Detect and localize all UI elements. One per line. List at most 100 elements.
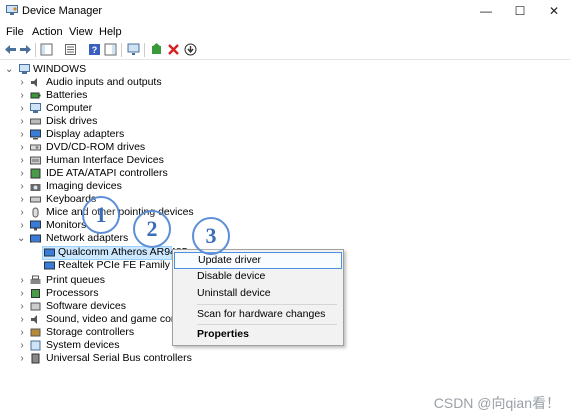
chevron-right-icon[interactable]: › (18, 102, 26, 115)
monitor-icon (30, 220, 41, 231)
toolbar-separator (35, 43, 36, 57)
tree-root-label: WINDOWS (33, 63, 87, 75)
tree-item-label: Monitors (46, 219, 87, 231)
menu-help[interactable]: Help (99, 26, 122, 38)
minimize-button[interactable]: — (470, 0, 502, 22)
chevron-right-icon[interactable]: › (18, 313, 26, 326)
chevron-right-icon[interactable]: › (18, 128, 26, 141)
update-driver-icon[interactable] (184, 43, 197, 56)
menu-properties[interactable]: Properties (174, 327, 340, 342)
tree-item-computer[interactable]: › Computer (18, 102, 218, 115)
chevron-right-icon[interactable]: › (18, 193, 26, 206)
scan-hardware-icon[interactable] (127, 43, 140, 56)
tree-item-audio[interactable]: › Audio inputs and outputs (18, 76, 218, 89)
tree-item-network-adapters[interactable]: ⌄ Network adapters (17, 232, 218, 245)
storage-controller-icon (30, 328, 41, 337)
chevron-right-icon[interactable]: › (18, 115, 26, 128)
software-device-icon (30, 302, 41, 311)
chevron-right-icon[interactable]: › (18, 206, 26, 219)
chevron-down-icon[interactable]: ⌄ (5, 63, 13, 76)
maximize-button[interactable]: ☐ (504, 0, 536, 22)
tree-item-label: Print queues (46, 274, 105, 286)
tree-item-label: Qualcomm Atheros AR9485 (58, 246, 188, 258)
tree-item-label: Display adapters (46, 128, 125, 140)
printer-icon (30, 275, 41, 284)
network-adapter-icon (44, 248, 55, 257)
context-menu: Update driver Disable device Uninstall d… (172, 249, 344, 346)
chevron-right-icon[interactable]: › (18, 89, 26, 102)
menu-item-label: Uninstall device (197, 287, 271, 299)
back-arrow-icon[interactable] (4, 43, 17, 56)
tree-item-batteries[interactable]: › Batteries (18, 89, 218, 102)
toolbar-separator (121, 43, 122, 57)
title-bar: Device Manager — ☐ ✕ (0, 0, 570, 22)
chevron-right-icon[interactable]: › (18, 219, 26, 232)
menu-view[interactable]: View (69, 26, 93, 38)
mouse-icon (32, 207, 39, 218)
keyboard-icon (30, 196, 41, 203)
chevron-right-icon[interactable]: › (18, 352, 26, 365)
svg-text:?: ? (92, 45, 98, 55)
menu-item-label: Update driver (198, 254, 262, 266)
tree-item-keyboards[interactable]: › Keyboards (18, 193, 218, 206)
tree-item-hid[interactable]: › Human Interface Devices (18, 154, 218, 167)
add-driver-icon[interactable] (150, 43, 163, 56)
chevron-right-icon[interactable]: › (18, 141, 26, 154)
tree-item-label: DVD/CD-ROM drives (46, 141, 146, 153)
show-hide-icon[interactable] (40, 43, 53, 56)
action-pane-icon[interactable] (104, 43, 117, 56)
chevron-right-icon[interactable]: › (18, 300, 26, 313)
tree-item-label: Computer (46, 102, 93, 114)
display-adapter-icon (30, 129, 41, 140)
menu-separator (197, 304, 337, 305)
menu-action[interactable]: Action (32, 26, 63, 38)
tree-root[interactable]: ⌄ WINDOWS (5, 63, 125, 76)
tree-item-dvd[interactable]: › DVD/CD-ROM drives (18, 141, 218, 154)
chevron-right-icon[interactable]: › (18, 180, 26, 193)
camera-icon (30, 184, 41, 191)
menu-item-label: Scan for hardware changes (197, 308, 326, 320)
computer-icon (30, 103, 41, 113)
chevron-right-icon[interactable]: › (18, 167, 26, 180)
tree-item-label: Network adapters (46, 232, 129, 244)
tree-item-imaging[interactable]: › Imaging devices (18, 180, 218, 193)
menu-scan-hardware[interactable]: Scan for hardware changes (174, 307, 340, 322)
menu-disable-device[interactable]: Disable device (174, 269, 340, 284)
close-button[interactable]: ✕ (538, 0, 570, 22)
menu-file[interactable]: File (6, 26, 24, 38)
tree-item-label: Processors (46, 287, 99, 299)
tree-item-display-adapters[interactable]: › Display adapters (18, 128, 218, 141)
tree-item-disk-drives[interactable]: › Disk drives (18, 115, 218, 128)
chevron-right-icon[interactable]: › (18, 76, 26, 89)
properties-icon[interactable] (64, 43, 77, 56)
dvd-drive-icon (30, 144, 41, 151)
tree-item-usb[interactable]: › Universal Serial Bus controllers (18, 352, 218, 365)
menu-item-label: Properties (197, 328, 249, 340)
ide-controller-icon (30, 168, 41, 179)
chevron-right-icon[interactable]: › (18, 287, 26, 300)
chevron-right-icon[interactable]: › (18, 274, 26, 287)
disk-drive-icon (30, 118, 41, 125)
step-badge-3: 3 (192, 217, 230, 255)
computer-icon (19, 64, 30, 74)
device-manager-icon (6, 5, 18, 15)
tree-item-label: System devices (46, 339, 120, 351)
chevron-right-icon[interactable]: › (18, 326, 26, 339)
forward-arrow-icon[interactable] (19, 43, 32, 56)
system-device-icon (30, 340, 41, 351)
menu-bar: File Action View Help (0, 23, 570, 41)
tree-item-ide[interactable]: › IDE ATA/ATAPI controllers (18, 167, 218, 180)
help-icon[interactable]: ? (88, 43, 101, 56)
menu-update-driver[interactable]: Update driver (174, 252, 342, 269)
tree-item-label: IDE ATA/ATAPI controllers (46, 167, 168, 179)
tree-item-label: Batteries (46, 89, 88, 101)
chevron-down-icon[interactable]: ⌄ (17, 232, 25, 245)
tree-item-label: Disk drives (46, 115, 98, 127)
uninstall-icon[interactable] (167, 43, 180, 56)
toolbar: ? (0, 41, 570, 60)
menu-uninstall-device[interactable]: Uninstall device (174, 286, 340, 301)
chevron-right-icon[interactable]: › (18, 154, 26, 167)
hid-icon (30, 156, 41, 165)
tree-item-label: Audio inputs and outputs (46, 76, 162, 88)
chevron-right-icon[interactable]: › (18, 339, 26, 352)
